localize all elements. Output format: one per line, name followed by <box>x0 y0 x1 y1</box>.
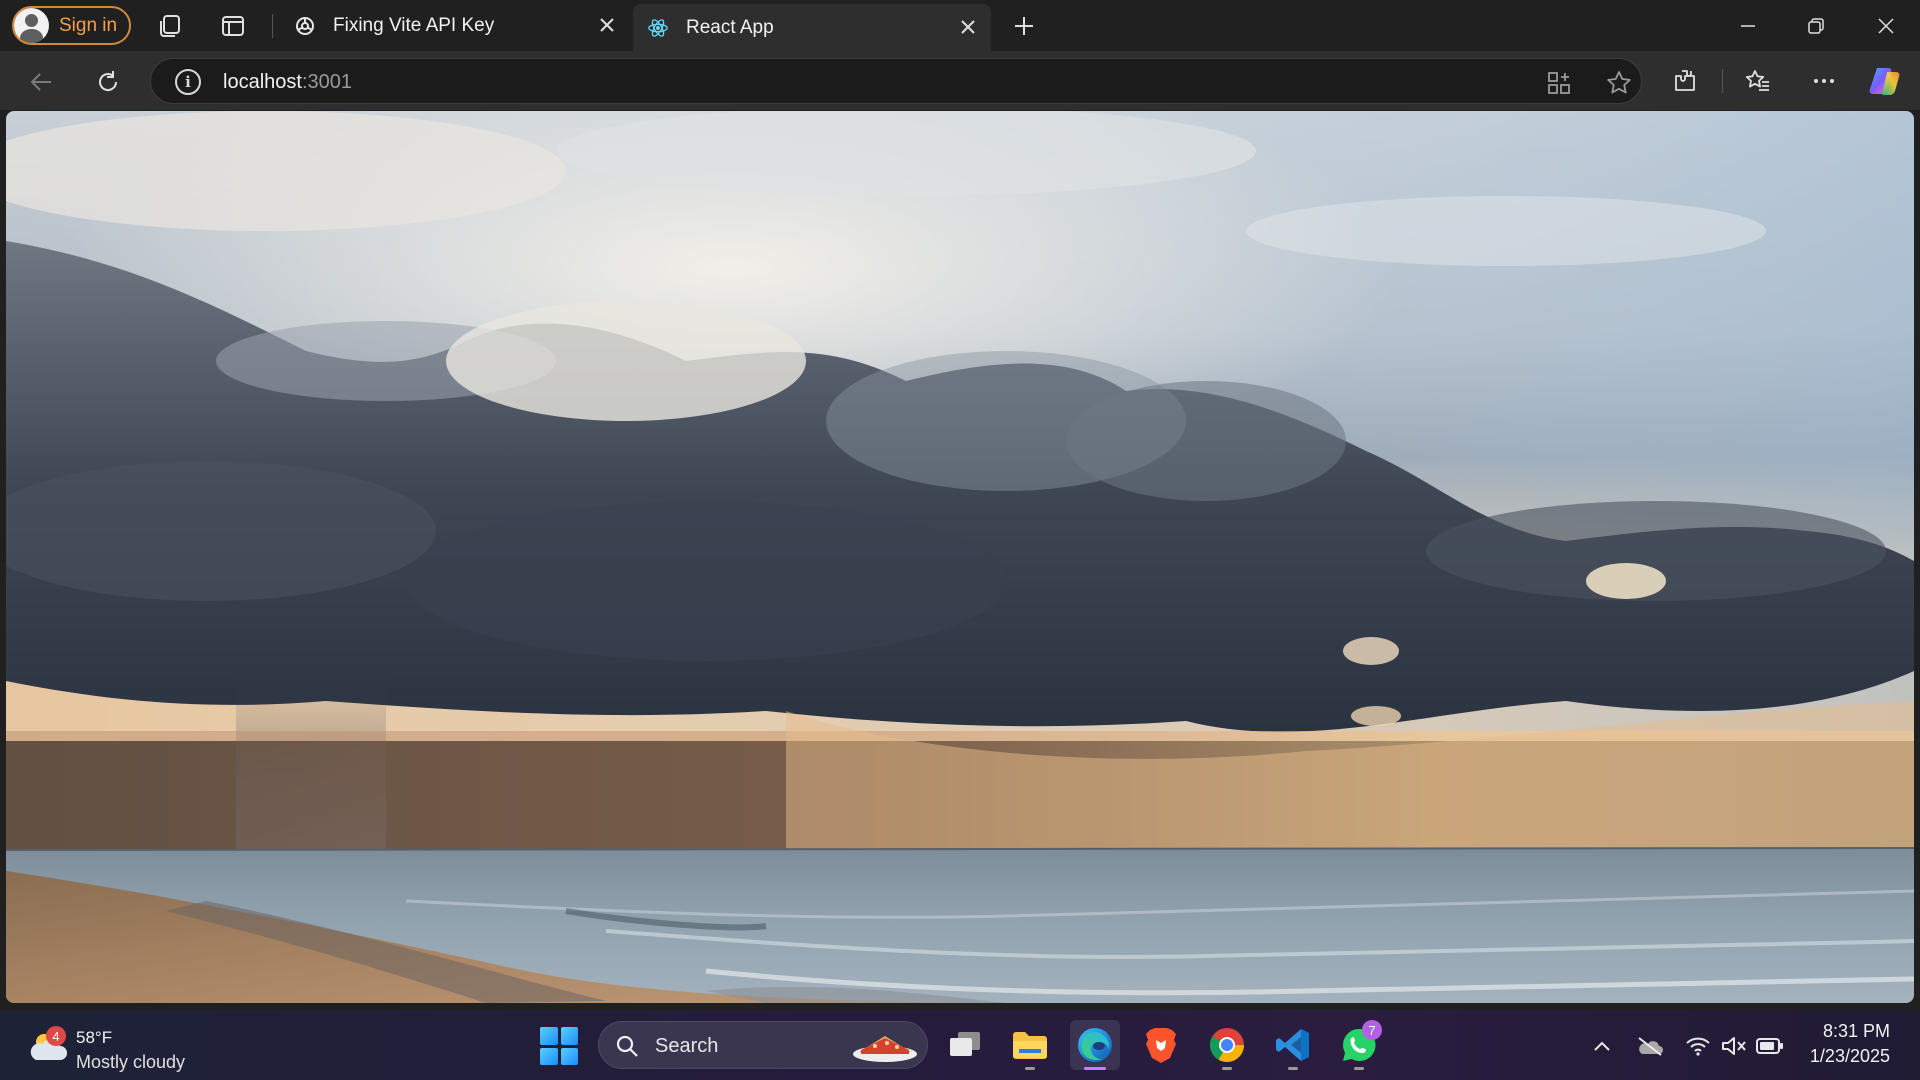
minimize-button[interactable] <box>1728 8 1768 44</box>
running-indicator <box>1354 1067 1364 1070</box>
profile-sign-in-button[interactable]: Sign in <box>12 6 131 45</box>
taskbar-search[interactable]: Search <box>598 1021 928 1069</box>
wifi-status[interactable] <box>1684 1032 1712 1060</box>
site-info-icon[interactable]: i <box>175 69 201 95</box>
vscode-icon <box>1276 1029 1309 1061</box>
chevron-up-icon <box>1594 1041 1610 1051</box>
wifi-icon <box>1686 1037 1710 1056</box>
task-view-button[interactable] <box>940 1020 990 1070</box>
battery-status[interactable] <box>1756 1032 1784 1060</box>
toolbar-divider <box>1722 69 1723 93</box>
app-available-icon[interactable] <box>1545 69 1573 97</box>
windows-logo-icon <box>540 1047 558 1065</box>
taskbar-edge[interactable] <box>1070 1020 1120 1070</box>
task-view-icon <box>950 1032 980 1056</box>
openai-icon <box>294 15 316 37</box>
close-tab-icon[interactable] <box>957 16 979 38</box>
onedrive-offline-icon <box>1638 1037 1663 1056</box>
start-button[interactable] <box>540 1027 578 1065</box>
close-window-button[interactable] <box>1866 8 1906 44</box>
weather-widget[interactable]: 4 58°F Mostly cloudy <box>24 1018 224 1072</box>
weather-alert-badge: 4 <box>46 1026 66 1046</box>
back-button[interactable] <box>25 65 59 99</box>
more-options-icon[interactable] <box>1807 64 1841 98</box>
hero-image <box>6 111 1914 1003</box>
url-port: :3001 <box>301 71 352 93</box>
restore-button[interactable] <box>1796 8 1836 44</box>
new-tab-button[interactable] <box>1008 10 1040 42</box>
taskbar-file-explorer[interactable] <box>1005 1020 1055 1070</box>
search-icon <box>616 1035 638 1057</box>
react-icon <box>647 17 669 39</box>
weather-condition: Mostly cloudy <box>76 1052 186 1072</box>
profile-avatar-icon <box>14 8 49 43</box>
address-url[interactable]: localhost:3001 <box>223 71 352 94</box>
show-hidden-icons-button[interactable] <box>1588 1032 1616 1060</box>
running-indicator <box>1025 1067 1035 1070</box>
folder-icon <box>1013 1032 1047 1059</box>
tab-react-app[interactable]: React App <box>633 4 991 51</box>
extensions-icon[interactable] <box>1668 64 1702 98</box>
tab-fixing-vite-api-key[interactable]: Fixing Vite API Key <box>280 0 630 51</box>
browser-title-bar: Sign in Fixing Vite API Key React App <box>0 0 1920 51</box>
workspaces-icon[interactable] <box>155 11 185 41</box>
taskbar-whatsapp[interactable]: 7 <box>1334 1020 1384 1070</box>
onedrive-status[interactable] <box>1636 1032 1664 1060</box>
battery-icon <box>1756 1038 1783 1054</box>
taskbar-brave[interactable] <box>1136 1020 1186 1070</box>
clock-time: 8:31 PM <box>1822 1021 1890 1041</box>
tab-title: Fixing Vite API Key <box>333 14 495 36</box>
taskbar-vscode[interactable] <box>1268 1020 1318 1070</box>
sign-in-label: Sign in <box>59 14 118 36</box>
tab-divider <box>272 14 273 38</box>
url-host: localhost <box>223 71 302 93</box>
system-clock[interactable]: 8:31 PM 1/23/2025 <box>1810 1021 1890 1067</box>
running-indicator <box>1222 1067 1232 1070</box>
windows-taskbar: 4 58°F Mostly cloudy Search 7 8:31 PM 1/… <box>0 1010 1920 1080</box>
refresh-button[interactable] <box>91 65 125 99</box>
windows-logo-icon <box>560 1047 578 1065</box>
address-bar[interactable]: i localhost:3001 <box>150 58 1642 104</box>
favorites-icon[interactable] <box>1741 64 1775 98</box>
volume-muted-icon <box>1722 1037 1746 1055</box>
search-placeholder: Search <box>655 1035 719 1057</box>
taskbar-chrome[interactable] <box>1202 1020 1252 1070</box>
running-indicator <box>1084 1067 1106 1070</box>
windows-logo-icon <box>560 1027 578 1045</box>
page-viewport <box>6 111 1914 1003</box>
running-indicator <box>1288 1067 1298 1070</box>
vertical-tabs-icon[interactable] <box>218 11 248 41</box>
edge-browser-icon <box>1078 1028 1112 1062</box>
weather-temp: 58°F <box>76 1028 113 1047</box>
chrome-browser-icon <box>1210 1028 1244 1062</box>
volume-status[interactable] <box>1720 1032 1748 1060</box>
brave-browser-icon <box>1146 1028 1176 1063</box>
clock-date: 1/23/2025 <box>1809 1046 1890 1066</box>
search-highlight-pie-icon <box>853 1036 917 1062</box>
browser-toolbar: i localhost:3001 <box>0 51 1920 110</box>
favorite-star-icon[interactable] <box>1605 69 1633 97</box>
close-tab-icon[interactable] <box>596 14 618 36</box>
copilot-icon[interactable] <box>1868 64 1902 98</box>
windows-logo-icon <box>540 1027 558 1045</box>
whatsapp-badge: 7 <box>1362 1020 1382 1040</box>
tab-title: React App <box>686 16 774 38</box>
